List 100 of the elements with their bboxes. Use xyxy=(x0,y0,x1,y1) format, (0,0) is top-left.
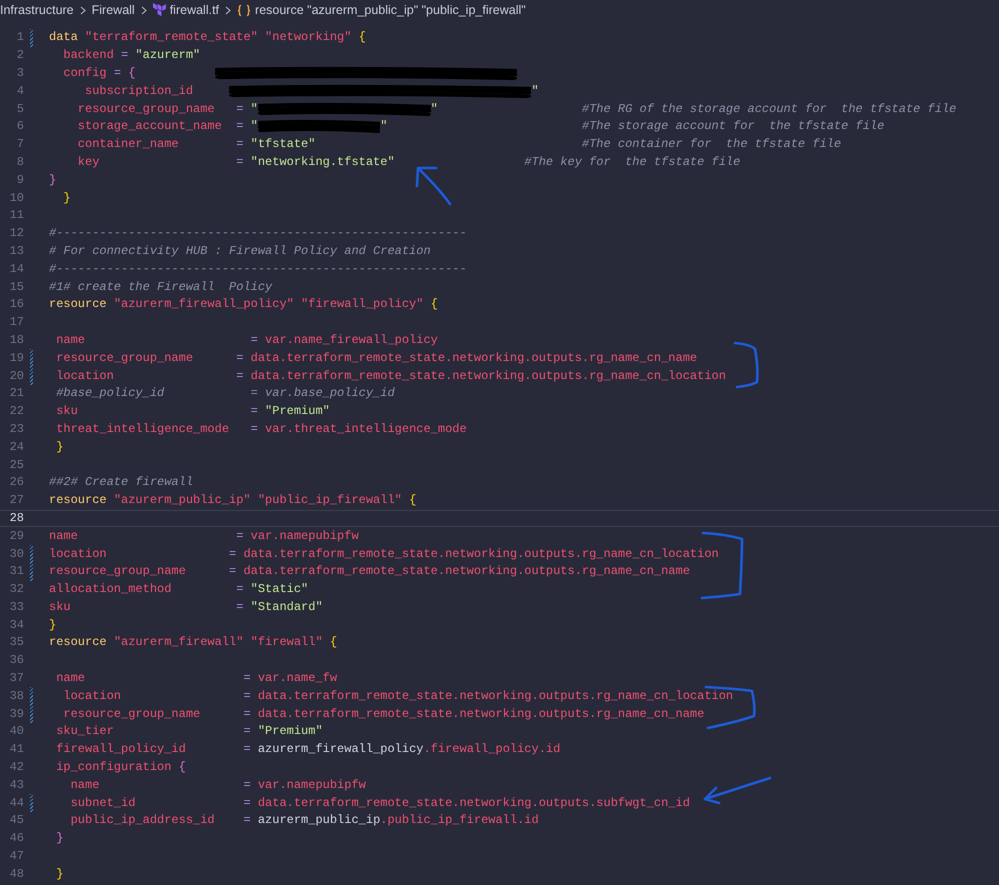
line-number: 43 xyxy=(8,776,24,794)
code-line: data "terraform_remote_state" "networking" { xyxy=(49,29,366,46)
code-line: firewall_policy_id = azurerm_firewall_policy.firewall_policy.id xyxy=(55,741,560,758)
hand-drawn-bracket xyxy=(734,342,759,388)
code-line: name = var.name_fw xyxy=(55,670,338,688)
code-line: resource "azurerm_firewall" "firewall" { xyxy=(49,634,338,652)
code-line: resource_group_name = data.terraform_remote_state.networking.outputs.rg_name_cn_name xyxy=(49,563,690,580)
line-number: 12 xyxy=(8,225,24,242)
code-line: location = data.terraform_remote_state.networking.outputs.rg_name_cn_location xyxy=(49,546,719,562)
code-line: name = var.name_firewall_policy xyxy=(55,332,438,349)
code-line: #base_policy_id = var.base_policy_id xyxy=(55,385,395,402)
line-number: 28 xyxy=(8,510,24,527)
line-number: 7 xyxy=(16,136,24,154)
code-line: sku = "Premium" xyxy=(55,403,330,420)
line-number: 13 xyxy=(8,242,24,260)
code-line: backend = "azurerm" xyxy=(62,47,200,64)
line-number: 27 xyxy=(8,492,24,510)
line-number: 29 xyxy=(8,528,24,545)
line-number: 34 xyxy=(8,616,24,634)
code-line: public_ip_address_id = azurerm_public_ip.public_ip_firewall.id xyxy=(70,812,539,830)
code-line: " #The RG of the storage account for the tfstate file xyxy=(430,100,956,118)
line-number: 9 xyxy=(16,172,24,189)
code-line: resource_group_name = data.terraform_remote_state.networking.outputs.rg_name_cn_name xyxy=(55,350,698,367)
line-number: 32 xyxy=(8,581,24,598)
hand-drawn-arrow xyxy=(704,776,772,804)
code-line: } xyxy=(62,190,71,207)
line-number: 31 xyxy=(8,563,24,580)
code-line: name = var.namepubipfw xyxy=(70,776,366,794)
line-number: 41 xyxy=(8,741,24,758)
breadcrumb-item[interactable]: firewall.tf xyxy=(170,3,220,17)
code-line: ip_configuration { xyxy=(55,759,186,776)
code-line: } xyxy=(55,830,64,848)
line-number: 40 xyxy=(8,723,24,740)
line-number: 15 xyxy=(8,278,24,296)
chevron-icon xyxy=(225,6,232,14)
code-line: location = data.terraform_remote_state.networking.outputs.rg_name_cn_location xyxy=(62,688,734,705)
line-number: 30 xyxy=(8,546,24,562)
braces-icon xyxy=(237,4,252,16)
breadcrumb-item[interactable]: Firewall xyxy=(92,3,135,17)
code-line: } xyxy=(55,438,64,456)
line-number: 26 xyxy=(8,474,24,492)
terraform-logo-icon xyxy=(152,3,166,17)
line-number: 33 xyxy=(8,598,24,616)
breadcrumb-item[interactable]: Infrastructure xyxy=(0,3,74,17)
line-number: 25 xyxy=(8,456,24,474)
line-number: 35 xyxy=(8,634,24,652)
code-line: container_name = "tfstate" #The container for the tfstate file xyxy=(76,136,842,154)
chevron-icon xyxy=(140,6,147,14)
line-number: 18 xyxy=(8,332,24,349)
code-line: resource_group_name = " xyxy=(76,100,258,118)
code-line: storage_account_name = " xyxy=(76,118,258,136)
code-line: #--------------------------------------------------------- xyxy=(49,225,467,242)
code-line: resource "azurerm_firewall_policy" "firewall_policy" { xyxy=(49,296,438,314)
line-number: 11 xyxy=(8,207,24,224)
line-number: 47 xyxy=(8,848,24,866)
line-number: 48 xyxy=(8,866,24,883)
code-line: } xyxy=(49,172,56,189)
code-line: config = { xyxy=(62,64,136,82)
line-number: 14 xyxy=(8,260,24,278)
line-number: 20 xyxy=(8,368,24,385)
line-number: 19 xyxy=(8,350,24,367)
line-number: 4 xyxy=(16,82,24,100)
code-line: allocation_method = "Static" xyxy=(49,581,308,598)
code-line: #1# create the Firewall Policy xyxy=(49,278,272,296)
code-line: # For connectivity HUB : Firewall Policy and Creation xyxy=(49,242,431,260)
line-number: 46 xyxy=(8,830,24,848)
line-number: 42 xyxy=(8,759,24,776)
code-line: location = data.terraform_remote_state.networking.outputs.rg_name_cn_location xyxy=(55,368,726,385)
line-number: 10 xyxy=(8,190,24,207)
code-line: } xyxy=(49,616,56,634)
chevron-icon xyxy=(80,6,86,14)
line-number: 1 xyxy=(16,29,24,46)
code-line: sku = "Standard" xyxy=(49,598,323,616)
line-number: 17 xyxy=(8,314,24,332)
line-number: 2 xyxy=(16,47,24,64)
code-line: resource "azurerm_public_ip" "public_ip_firewall" { xyxy=(49,492,416,510)
code-line: " xyxy=(531,82,539,100)
line-number: 22 xyxy=(8,403,24,420)
code-line: threat_intelligence_mode = var.threat_intelligence_mode xyxy=(55,420,467,438)
code-line: name = var.namepubipfw xyxy=(49,528,359,545)
line-number: 45 xyxy=(8,812,24,830)
line-number: 24 xyxy=(8,438,24,456)
line-number: 37 xyxy=(8,670,24,688)
line-number: 6 xyxy=(16,118,24,136)
code-line: subscription_id xyxy=(84,82,194,100)
code-line: } xyxy=(55,866,64,883)
breadcrumb-item[interactable]: resource "azurerm_public_ip" "public_ip_firewall" xyxy=(255,3,526,17)
code-line: " #The storage account for the tfstate file xyxy=(380,118,884,136)
line-number: 44 xyxy=(8,794,24,812)
hand-drawn-arrow xyxy=(416,166,452,206)
line-number: 23 xyxy=(8,420,24,438)
code-line: subnet_id = data.terraform_remote_state.networking.outputs.subfwgt_cn_id xyxy=(70,794,690,812)
line-number: 5 xyxy=(16,100,24,118)
code-line: resource_group_name = data.terraform_remote_state.networking.outputs.rg_name_cn_name xyxy=(62,706,704,723)
code-line: ##2# Create firewall xyxy=(49,474,194,492)
code-line: key = "networking.tfstate" #The key for the tfstate file xyxy=(76,154,740,171)
line-number: 39 xyxy=(8,706,24,723)
line-number: 38 xyxy=(8,688,24,705)
line-number: 3 xyxy=(16,64,24,82)
line-number: 36 xyxy=(8,652,24,670)
